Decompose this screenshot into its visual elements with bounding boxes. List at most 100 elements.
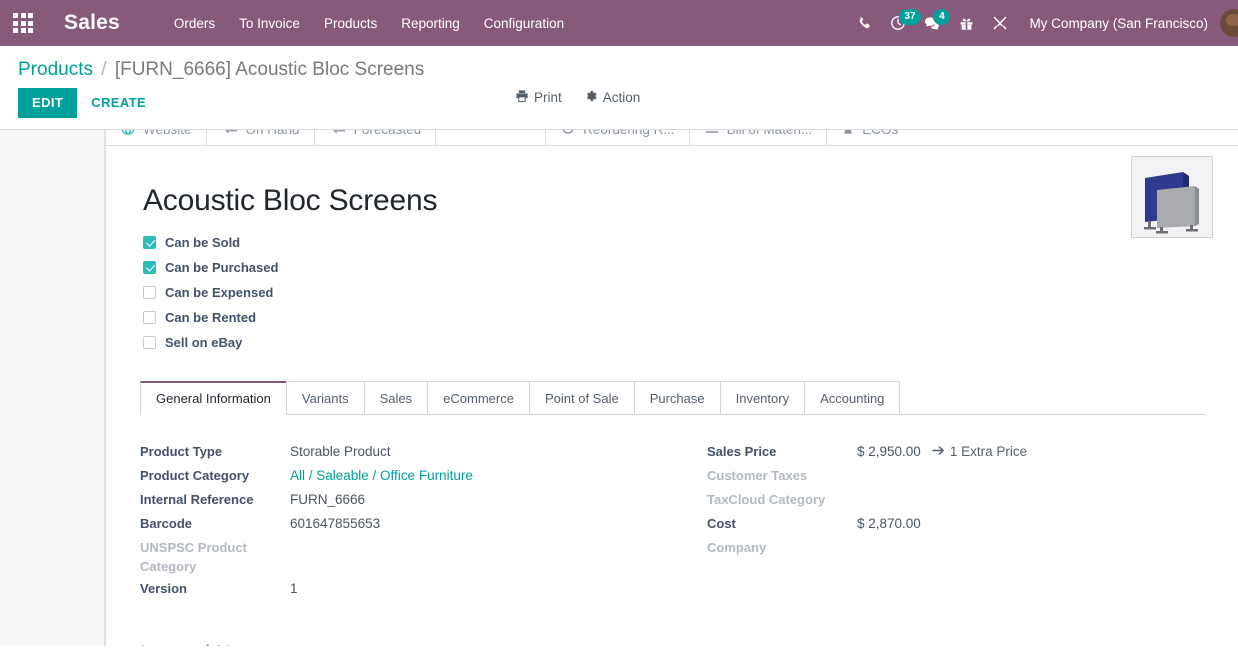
checkbox-can-be-expensed[interactable] xyxy=(143,286,156,299)
stat-button-on-hand[interactable]: On Hand xyxy=(207,130,315,145)
checkbox-can-be-expensed-label[interactable]: Can be Expensed xyxy=(165,285,273,300)
tab-accounting[interactable]: Accounting xyxy=(804,381,901,414)
arrows-icon xyxy=(221,130,239,139)
product-category-link[interactable]: All / Saleable / Office Furniture xyxy=(290,466,473,485)
form-sheet: Website On Hand Forecasted xyxy=(105,130,1238,646)
company-switcher[interactable]: My Company (San Francisco) xyxy=(1017,16,1220,31)
apps-grid-icon xyxy=(13,13,33,33)
print-menu[interactable]: Print xyxy=(515,89,562,106)
list-icon xyxy=(704,130,720,139)
tab-ecommerce[interactable]: eCommerce xyxy=(427,381,530,414)
tab-point-of-sale[interactable]: Point of Sale xyxy=(528,381,635,414)
field-taxcloud-category: TaxCloud Category xyxy=(707,487,1206,511)
field-customer-taxes-label: Customer Taxes xyxy=(707,468,808,483)
tab-variants[interactable]: Variants xyxy=(285,381,365,414)
messages-chat-icon[interactable]: 4 xyxy=(915,0,951,46)
tab-general-information[interactable]: General Information xyxy=(140,381,287,415)
checkbox-sell-on-ebay-label[interactable]: Sell on eBay xyxy=(165,335,242,350)
stat-button-reordering-rules[interactable]: Reordering R... xyxy=(546,130,690,145)
navbar-systray: 37 4 My Company (San Francisco) xyxy=(847,0,1238,46)
activity-clock-icon[interactable]: 37 xyxy=(881,0,921,46)
create-button[interactable]: CREATE xyxy=(77,88,160,118)
notebook-tabs: General Information Variants Sales eComm… xyxy=(140,381,1206,415)
checkbox-row-sell-on-ebay[interactable]: Sell on eBay xyxy=(143,330,1206,355)
phone-icon[interactable] xyxy=(847,0,881,46)
checkbox-row-can-be-expensed[interactable]: Can be Expensed xyxy=(143,280,1206,305)
gift-icon[interactable] xyxy=(949,0,983,46)
menu-item-products[interactable]: Products xyxy=(312,10,389,37)
stat-button-ecos[interactable]: ECOs xyxy=(827,130,1238,145)
checkbox-can-be-purchased[interactable] xyxy=(143,261,156,274)
print-label: Print xyxy=(534,90,562,105)
checkbox-can-be-sold[interactable] xyxy=(143,236,156,249)
action-menu[interactable]: Action xyxy=(584,89,640,106)
field-product-type-value[interactable]: Storable Product xyxy=(290,439,391,461)
stat-button-bom-label: Bill of Materi... xyxy=(727,130,813,137)
field-version: Version 1 xyxy=(140,576,673,600)
tab-inventory[interactable]: Inventory xyxy=(719,381,806,414)
tools-icon[interactable] xyxy=(983,0,1017,46)
user-avatar[interactable] xyxy=(1220,9,1238,37)
edit-button[interactable]: EDIT xyxy=(18,87,78,119)
breadcrumb-current: [FURN_6666] Acoustic Bloc Screens xyxy=(114,59,425,80)
main-menu: Orders To Invoice Products Reporting Con… xyxy=(162,10,576,37)
breadcrumb: Products / [FURN_6666] Acoustic Bloc Scr… xyxy=(0,46,1238,87)
stat-button-reordering-label: Reordering R... xyxy=(583,130,675,137)
extra-price-link[interactable]: 1 Extra Price xyxy=(932,442,1027,461)
checkbox-can-be-sold-label[interactable]: Can be Sold xyxy=(165,235,240,250)
field-version-label: Version xyxy=(140,581,187,596)
fields-left-column: Product Type Storable Product Product Ca… xyxy=(140,439,673,600)
field-version-value[interactable]: 1 xyxy=(290,576,298,598)
field-cost-value[interactable]: $ 2,870.00 xyxy=(857,511,921,533)
field-taxcloud-category-label: TaxCloud Category xyxy=(707,492,826,507)
product-image[interactable] xyxy=(1131,156,1213,238)
field-internal-reference-value[interactable]: FURN_6666 xyxy=(290,487,365,509)
breadcrumb-products-link[interactable]: Products xyxy=(18,59,93,80)
checkbox-sell-on-ebay[interactable] xyxy=(143,336,156,349)
checkbox-row-can-be-purchased[interactable]: Can be Purchased xyxy=(143,255,1206,280)
menu-item-reporting[interactable]: Reporting xyxy=(389,10,472,37)
stat-button-on-hand-label: On Hand xyxy=(246,130,300,137)
field-internal-reference: Internal Reference FURN_6666 xyxy=(140,487,673,511)
gear-icon xyxy=(584,89,598,106)
menu-item-to-invoice[interactable]: To Invoice xyxy=(227,10,312,37)
stat-button-website-label: Website xyxy=(143,130,192,137)
field-barcode-value[interactable]: 601647855653 xyxy=(290,511,380,533)
general-information-fields: Product Type Storable Product Product Ca… xyxy=(138,415,1206,600)
checkbox-row-can-be-sold[interactable]: Can be Sold xyxy=(143,230,1206,255)
app-brand-sales[interactable]: Sales xyxy=(64,11,120,35)
field-company: Company xyxy=(707,535,1206,559)
tab-sales[interactable]: Sales xyxy=(363,381,429,414)
stat-button-ecos-label: ECOs xyxy=(862,130,898,137)
field-unspsc-label: UNSPSC Product Category xyxy=(140,540,247,574)
page-title: Acoustic Bloc Screens xyxy=(143,184,438,217)
menu-item-orders[interactable]: Orders xyxy=(162,10,227,37)
sheet-inner: Acoustic Bloc Screens Can be Sold Can be… xyxy=(106,146,1238,646)
field-cost-label: Cost xyxy=(707,516,736,531)
checkbox-can-be-purchased-label[interactable]: Can be Purchased xyxy=(165,260,278,275)
field-product-category: Product Category All / Saleable / Office… xyxy=(140,463,673,487)
menu-item-configuration[interactable]: Configuration xyxy=(472,10,576,37)
field-product-type: Product Type Storable Product xyxy=(140,439,673,463)
checkbox-row-can-be-rented[interactable]: Can be Rented xyxy=(143,305,1206,330)
stat-button-forecasted-label: Forecasted xyxy=(354,130,422,137)
field-sales-price-value[interactable]: $ 2,950.00 xyxy=(857,442,921,461)
checkbox-can-be-rented-label[interactable]: Can be Rented xyxy=(165,310,256,325)
control-panel: Products / [FURN_6666] Acoustic Bloc Scr… xyxy=(0,46,1238,130)
field-customer-taxes: Customer Taxes xyxy=(707,463,1206,487)
field-unspsc-product-category: UNSPSC Product Category xyxy=(140,535,673,576)
stat-button-website[interactable]: Website xyxy=(106,130,207,145)
tab-purchase[interactable]: Purchase xyxy=(633,381,721,414)
stat-button-bill-of-materials[interactable]: Bill of Materi... xyxy=(690,130,828,145)
control-panel-action-menus: Print Action xyxy=(515,89,640,106)
extra-price-label: 1 Extra Price xyxy=(949,444,1028,459)
messages-count-badge: 4 xyxy=(933,9,951,25)
field-company-label: Company xyxy=(707,540,767,555)
tabs-filler xyxy=(899,381,1206,414)
stat-button-forecasted[interactable]: Forecasted xyxy=(315,130,437,145)
checkbox-can-be-rented[interactable] xyxy=(143,311,156,324)
flask-icon xyxy=(841,130,855,139)
apps-menu-button[interactable] xyxy=(0,0,46,46)
stat-button-blank[interactable] xyxy=(436,130,547,145)
top-navbar: Sales Orders To Invoice Products Reporti… xyxy=(0,0,1238,46)
